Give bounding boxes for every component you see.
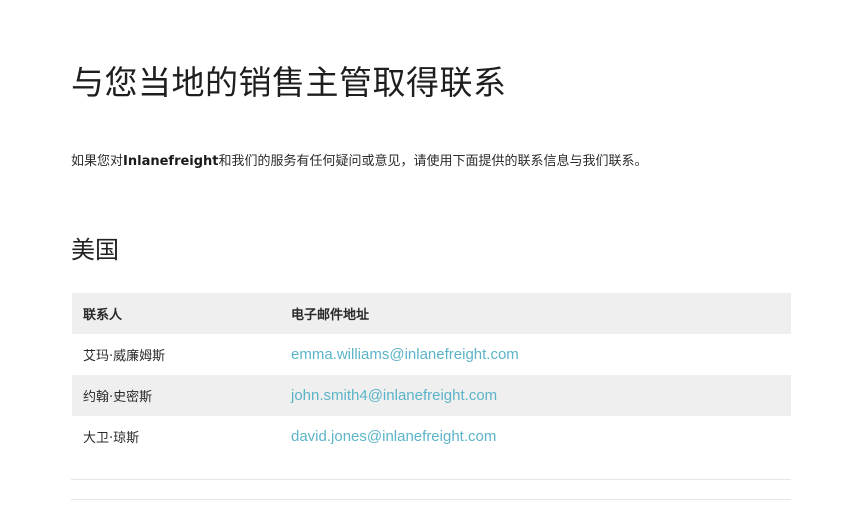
contact-email-link[interactable]: john.smith4@inlanefreight.com: [291, 387, 497, 404]
contacts-table: 联系人 电子邮件地址 艾玛·威廉姆斯 emma.williams@inlanef…: [72, 293, 791, 457]
divider: [71, 479, 791, 480]
table-row: 约翰·史密斯 john.smith4@inlanefreight.com: [72, 375, 791, 416]
divider: [71, 499, 791, 500]
contact-email-cell: john.smith4@inlanefreight.com: [280, 375, 791, 416]
contact-email-cell: emma.williams@inlanefreight.com: [280, 334, 791, 375]
intro-brand: Inlanefreight: [123, 154, 219, 169]
section-title-usa: 美国: [71, 236, 119, 264]
contact-name: 大卫·琼斯: [83, 431, 140, 446]
header-email: 电子邮件地址: [291, 308, 370, 323]
table-header-row: 联系人 电子邮件地址: [72, 293, 791, 334]
page-title: 与您当地的销售主管取得联系: [71, 63, 507, 102]
header-contact: 联系人: [83, 308, 123, 323]
contact-name: 约翰·史密斯: [83, 390, 153, 405]
table-row: 艾玛·威廉姆斯 emma.williams@inlanefreight.com: [72, 334, 791, 375]
intro-prefix: 如果您对: [71, 154, 124, 169]
contact-email-link[interactable]: david.jones@inlanefreight.com: [291, 428, 496, 445]
intro-paragraph: 如果您对Inlanefreight和我们的服务有任何疑问或意见，请使用下面提供的…: [71, 150, 648, 169]
intro-suffix: 和我们的服务有任何疑问或意见，请使用下面提供的联系信息与我们联系。: [218, 154, 648, 169]
contact-email-cell: david.jones@inlanefreight.com: [280, 416, 791, 457]
contact-name: 艾玛·威廉姆斯: [83, 349, 166, 364]
table-row: 大卫·琼斯 david.jones@inlanefreight.com: [72, 416, 791, 457]
contact-email-link[interactable]: emma.williams@inlanefreight.com: [291, 346, 519, 363]
